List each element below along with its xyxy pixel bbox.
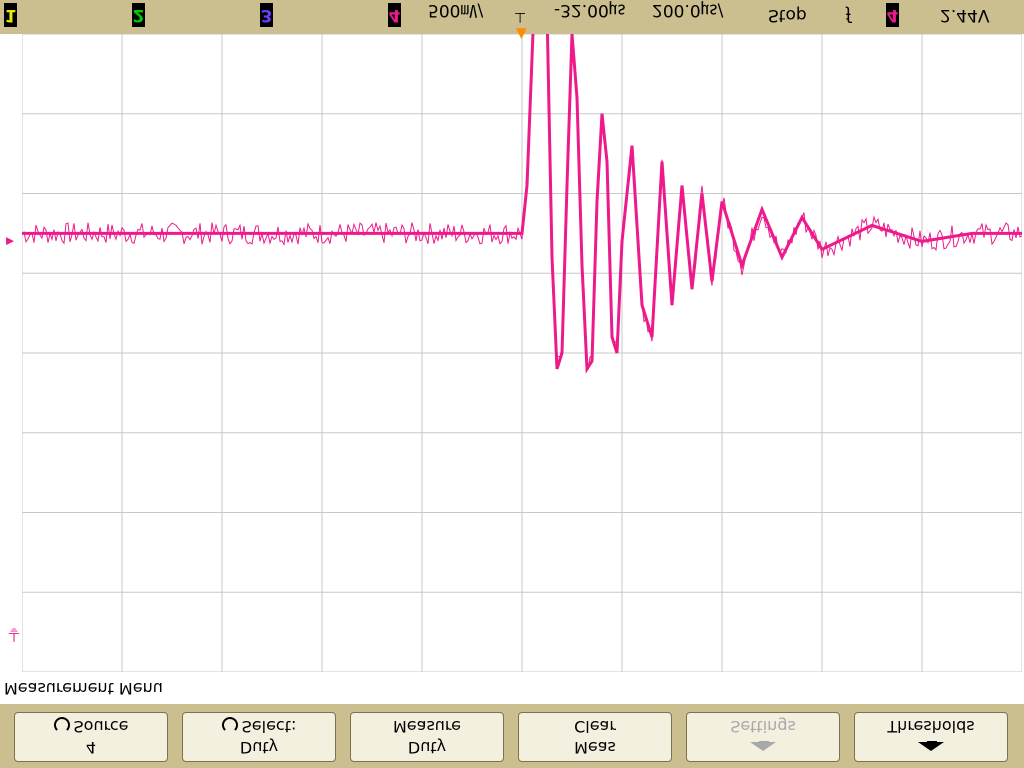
measure-softkey[interactable]: Duty Measure bbox=[350, 712, 504, 762]
menu-title: Measurement Menu bbox=[4, 679, 163, 698]
select-value: Duty bbox=[239, 738, 279, 757]
time-delay: -32.00㎲ bbox=[554, 0, 626, 20]
trigger-level-marker: ▸ bbox=[6, 233, 15, 252]
measure-line2: Measure bbox=[393, 717, 461, 736]
select-label: Select: bbox=[241, 717, 297, 736]
trigger-position-marker: ▲ bbox=[516, 26, 527, 42]
source-label: Source bbox=[73, 717, 129, 736]
cycle-icon bbox=[221, 717, 238, 734]
waveform-display bbox=[22, 34, 1022, 672]
ground-marker: ⏚ bbox=[6, 625, 23, 644]
softkey-bar: 4 Source Duty Select: Duty Measure Meas … bbox=[0, 704, 1024, 768]
volts-per-div: 500㎷/ bbox=[428, 0, 484, 20]
settings-label: Settings bbox=[730, 717, 796, 736]
trigger-slope: ʄ bbox=[846, 5, 852, 25]
trigger-source-indicator: 4 bbox=[886, 3, 899, 27]
thresholds-softkey[interactable]: Thresholds bbox=[854, 712, 1008, 762]
meas-clear-line1: Meas bbox=[574, 738, 616, 757]
thresholds-label: Thresholds bbox=[887, 717, 975, 736]
channel-3-indicator[interactable]: 3 bbox=[260, 3, 273, 27]
select-softkey[interactable]: Duty Select: bbox=[182, 712, 336, 762]
trigger-level: 2.44V bbox=[940, 5, 990, 25]
status-bar: 1 2 3 4 500㎷/ ⊥ -32.00㎲ 200.0㎲/ Stop ʄ 4… bbox=[0, 0, 1024, 34]
graticule bbox=[22, 34, 1022, 672]
arrow-stem bbox=[927, 741, 937, 747]
cycle-icon bbox=[53, 717, 70, 734]
measure-line1: Duty bbox=[407, 738, 447, 757]
arrow-stem bbox=[759, 741, 769, 747]
time-per-div: 200.0㎲/ bbox=[652, 0, 724, 20]
channel-1-indicator[interactable]: 1 bbox=[4, 3, 17, 27]
oscilloscope-screen: 4 Source Duty Select: Duty Measure Meas … bbox=[0, 0, 1024, 768]
source-value: 4 bbox=[85, 738, 97, 757]
delay-icon: ⊥ bbox=[514, 9, 527, 25]
meas-clear-line2: Clear bbox=[574, 717, 616, 736]
settings-softkey[interactable]: Settings bbox=[686, 712, 840, 762]
run-state: Stop bbox=[768, 5, 807, 25]
channel-2-indicator[interactable]: 2 bbox=[132, 3, 145, 27]
source-softkey[interactable]: 4 Source bbox=[14, 712, 168, 762]
meas-clear-softkey[interactable]: Meas Clear bbox=[518, 712, 672, 762]
channel-4-indicator[interactable]: 4 bbox=[388, 3, 401, 27]
